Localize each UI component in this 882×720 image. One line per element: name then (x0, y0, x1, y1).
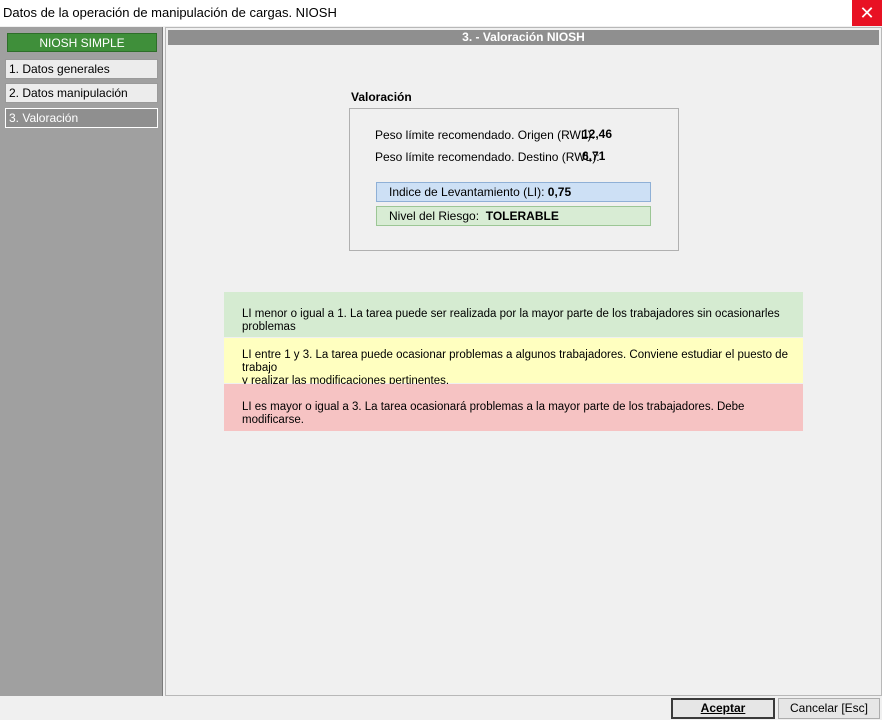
sidebar-header: NIOSH SIMPLE (7, 33, 157, 52)
li-label: Indice de Levantamiento (LI): (389, 185, 545, 199)
li-value: 0,75 (547, 185, 572, 199)
legend-yellow: LI entre 1 y 3. La tarea puede ocasionar… (224, 338, 803, 387)
rwl-destino-value: 6,71 (582, 149, 606, 163)
riesgo-value: TOLERABLE (485, 209, 559, 223)
rwl-origen-row: Peso límite recomendado. Origen (RWL): (375, 128, 595, 142)
valoracion-title: Valoración (351, 90, 412, 104)
main-panel: 3. - Valoración NIOSH Valoración Peso lí… (165, 27, 882, 696)
legend-red-text: LI es mayor o igual a 3. La tarea ocasio… (242, 401, 745, 426)
rwl-origen-label: Peso límite recomendado. Origen (RWL): (375, 128, 595, 142)
title-bar: Datos de la operación de manipulación de… (0, 0, 882, 26)
rwl-destino-row: Peso límite recomendado. Destino (RWL): (375, 150, 600, 164)
sidebar-item-datos-manipulacion[interactable]: 2. Datos manipulación (5, 83, 158, 103)
window-title: Datos de la operación de manipulación de… (3, 5, 337, 20)
cancelar-button[interactable]: Cancelar [Esc] (778, 698, 880, 719)
aceptar-button[interactable]: Aceptar (671, 698, 775, 719)
li-bar: Indice de Levantamiento (LI): 0,75 (376, 182, 651, 202)
sidebar-item-valoracion[interactable]: 3. Valoración (5, 108, 158, 128)
legend-yellow-text-1: LI entre 1 y 3. La tarea puede ocasionar… (242, 349, 788, 374)
rwl-origen-value: 12,46 (582, 127, 613, 141)
riesgo-label: Nivel del Riesgo: (389, 209, 480, 223)
rwl-origen-value-row: 12,46 (582, 127, 612, 141)
legend-green: LI menor o igual a 1. La tarea puede ser… (224, 292, 803, 337)
legend-green-text: LI menor o igual a 1. La tarea puede ser… (242, 308, 780, 333)
close-icon[interactable]: ✕ (852, 0, 882, 26)
rwl-destino-value-row: 6,71 (582, 149, 605, 163)
risk-bar: Nivel del Riesgo: TOLERABLE (376, 206, 651, 226)
section-header: 3. - Valoración NIOSH (168, 30, 879, 45)
sidebar-item-datos-generales[interactable]: 1. Datos generales (5, 59, 158, 79)
valoracion-box: Peso límite recomendado. Origen (RWL): 1… (349, 108, 679, 251)
legend-red: LI es mayor o igual a 3. La tarea ocasio… (224, 384, 803, 431)
rwl-destino-label: Peso límite recomendado. Destino (RWL): (375, 150, 600, 164)
sidebar: NIOSH SIMPLE 1. Datos generales 2. Datos… (0, 27, 163, 696)
